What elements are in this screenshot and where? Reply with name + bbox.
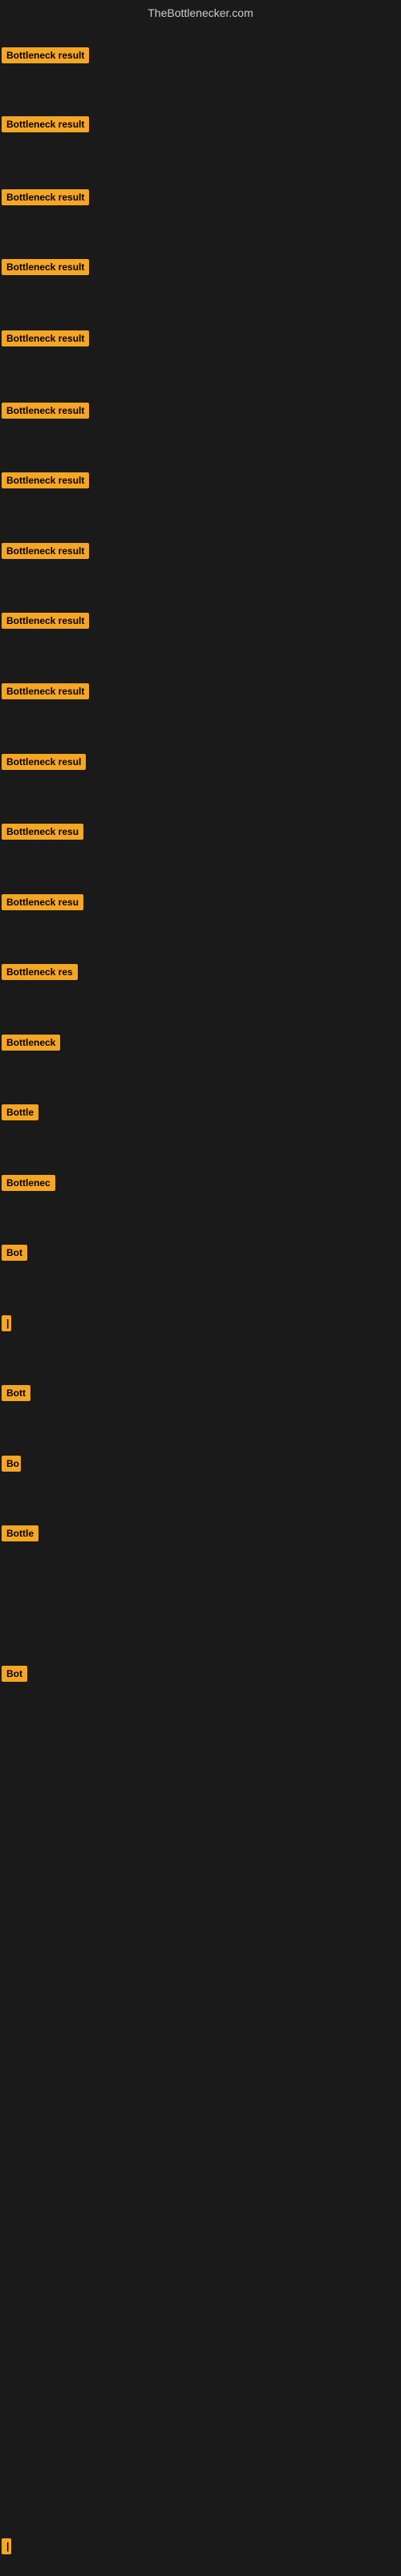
- bottleneck-badge-label: Bottleneck result: [2, 403, 89, 419]
- bottleneck-badge-label: Bottleneck result: [2, 613, 89, 629]
- bottleneck-badge-8[interactable]: Bottleneck result: [2, 613, 89, 633]
- bottleneck-badge-2[interactable]: Bottleneck result: [2, 189, 89, 209]
- bottleneck-badge-label: Bottle: [2, 1525, 38, 1541]
- bottleneck-badge-13[interactable]: Bottleneck res: [2, 964, 78, 984]
- bottleneck-badge-label: Bo: [2, 1456, 21, 1472]
- bottleneck-badge-16[interactable]: Bottlenec: [2, 1175, 55, 1195]
- bottleneck-badge-4[interactable]: Bottleneck result: [2, 330, 89, 350]
- bottleneck-badge-label: |: [2, 2538, 11, 2554]
- bottleneck-badge-label: Bottleneck: [2, 1035, 60, 1051]
- bottleneck-badge-label: Bot: [2, 1245, 27, 1261]
- bottleneck-badge-19[interactable]: Bott: [2, 1385, 30, 1405]
- site-title: TheBottlenecker.com: [0, 0, 401, 26]
- bottleneck-badge-label: Bottleneck result: [2, 116, 89, 132]
- bottleneck-badge-label: Bottleneck result: [2, 189, 89, 205]
- bottleneck-badge-21[interactable]: Bottle: [2, 1525, 38, 1545]
- bottleneck-badge-label: Bottleneck result: [2, 543, 89, 559]
- bottleneck-badge-10[interactable]: Bottleneck resul: [2, 754, 86, 774]
- bottleneck-badge-9[interactable]: Bottleneck result: [2, 683, 89, 703]
- bottleneck-badge-3[interactable]: Bottleneck result: [2, 259, 89, 279]
- bottleneck-badge-label: |: [2, 1315, 11, 1331]
- bottleneck-badge-label: Bott: [2, 1385, 30, 1401]
- bottleneck-badge-label: Bottleneck result: [2, 330, 89, 346]
- bottleneck-badge-label: Bottleneck resu: [2, 824, 83, 840]
- bottleneck-badge-23[interactable]: Bot: [2, 1666, 27, 1686]
- bottleneck-badge-label: Bottleneck res: [2, 964, 78, 980]
- bottleneck-badge-label: Bottleneck resul: [2, 754, 86, 770]
- bottleneck-badge-label: Bottleneck result: [2, 259, 89, 275]
- bottleneck-badge-label: Bottle: [2, 1104, 38, 1120]
- bottleneck-badge-14[interactable]: Bottleneck: [2, 1035, 60, 1055]
- bottleneck-badge-label: Bot: [2, 1666, 27, 1682]
- bottleneck-badge-1[interactable]: Bottleneck result: [2, 116, 89, 136]
- bottleneck-badge-label: Bottleneck result: [2, 472, 89, 488]
- bottleneck-badge-5[interactable]: Bottleneck result: [2, 403, 89, 423]
- bottleneck-badge-0[interactable]: Bottleneck result: [2, 47, 89, 67]
- bottleneck-badge-7[interactable]: Bottleneck result: [2, 543, 89, 563]
- bottleneck-badge-12[interactable]: Bottleneck resu: [2, 894, 83, 914]
- bottleneck-badge-18[interactable]: |: [2, 1315, 11, 1335]
- bottleneck-badge-label: Bottleneck result: [2, 47, 89, 63]
- bottleneck-badge-label: Bottlenec: [2, 1175, 55, 1191]
- bottleneck-badge-20[interactable]: Bo: [2, 1456, 21, 1476]
- bottleneck-badge-11[interactable]: Bottleneck resu: [2, 824, 83, 844]
- bottleneck-badge-15[interactable]: Bottle: [2, 1104, 38, 1124]
- bottleneck-badge-6[interactable]: Bottleneck result: [2, 472, 89, 492]
- bottleneck-badge-label: Bottleneck resu: [2, 894, 83, 910]
- bottleneck-badge-24[interactable]: |: [2, 2538, 11, 2558]
- bottleneck-badge-label: Bottleneck result: [2, 683, 89, 699]
- bottleneck-badge-17[interactable]: Bot: [2, 1245, 27, 1265]
